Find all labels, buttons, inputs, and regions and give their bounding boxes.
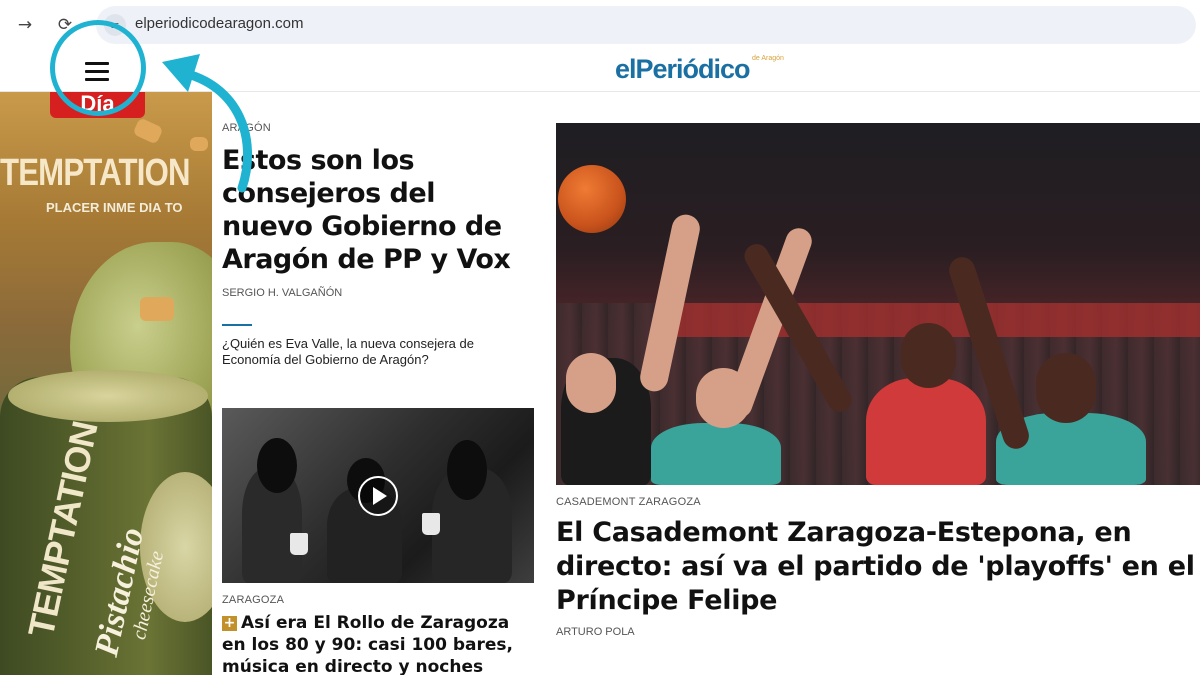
story-section-label[interactable]: CASADEMONT ZARAGOZA (556, 496, 701, 508)
plus-icon: + (222, 615, 237, 631)
person-head (257, 438, 297, 493)
main-story-headline[interactable]: El Casademont Zaragoza-Estepona, en dire… (556, 516, 1200, 618)
divider (222, 324, 252, 326)
site-logo-subtitle: de Aragón (752, 55, 784, 62)
story-headline[interactable]: + Así era El Rollo de Zaragoza en los 80 … (222, 612, 537, 675)
story-section-label[interactable]: ZARAGOZA (222, 594, 284, 606)
story-author[interactable]: SERGIO H. VALGAÑÓN (222, 287, 342, 299)
url-text[interactable]: elperiodicodearagon.com (135, 15, 303, 32)
arrow-right-icon[interactable]: → (12, 12, 38, 38)
site-logo[interactable]: elPeriódico (615, 54, 751, 85)
cup (422, 513, 440, 535)
player-figure (651, 423, 781, 485)
video-thumbnail[interactable] (222, 408, 534, 583)
story-headline-text[interactable]: Así era El Rollo de Zaragoza en los 80 y… (222, 613, 513, 675)
related-story-link[interactable]: ¿Quién es Eva Valle, la nueva consejera … (222, 336, 522, 368)
player-head (566, 353, 616, 413)
player-head (1036, 353, 1096, 423)
main-story-photo[interactable] (556, 123, 1200, 485)
scrollbar-corner[interactable] (1188, 660, 1200, 675)
annotation-circle (50, 20, 146, 116)
crumb-decoration (140, 297, 174, 321)
basketball (558, 165, 626, 233)
ice-cream-tub-lid (8, 370, 208, 422)
cup (290, 533, 308, 555)
play-icon[interactable] (358, 476, 398, 516)
story-author[interactable]: ARTURO POLA (556, 626, 635, 638)
player-figure (866, 378, 986, 485)
person-head (447, 440, 487, 500)
player-head (901, 323, 956, 388)
annotation-arrow-icon (162, 54, 253, 193)
ad-tagline: PLACER INME DIA TO (46, 200, 183, 215)
